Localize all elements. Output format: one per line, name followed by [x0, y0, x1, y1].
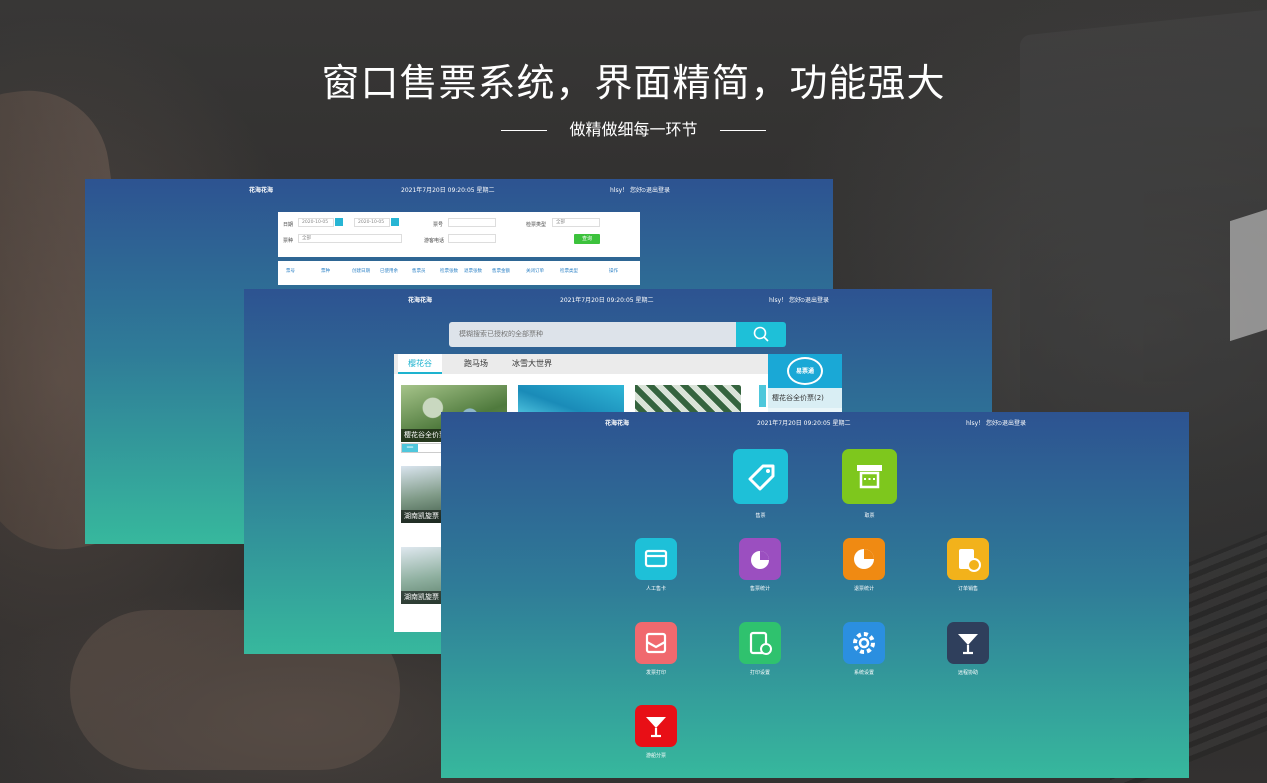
app-manual-card[interactable]: 人工售卡 — [635, 538, 677, 592]
app-invoice-print[interactable]: 发票打印 — [635, 622, 677, 676]
glass-icon — [635, 705, 677, 747]
tag-icon — [733, 449, 788, 504]
search-input[interactable]: 模糊搜索已授权的全部票种 — [449, 322, 736, 347]
pie-chart-icon — [739, 538, 781, 580]
datetime: 2021年7月20日 09:20:05 星期二 — [401, 187, 495, 194]
subtitle-text: 做精做细每一环节 — [569, 120, 698, 139]
app-label: 售票 — [755, 513, 766, 519]
app-system-settings[interactable]: 系统设置 — [843, 622, 885, 676]
table-header: 售票员 — [412, 269, 426, 274]
subtitle-left-divider — [501, 130, 548, 131]
table-header: 退票张数 — [464, 269, 482, 274]
app-refund-stats[interactable]: 退票统计 — [843, 538, 885, 592]
app-label: 游船分票 — [645, 753, 666, 759]
tab-ice-world[interactable]: 冰雪大世界 — [512, 354, 552, 374]
table-header: 关闭订单 — [526, 269, 544, 274]
minus-button[interactable]: — — [402, 444, 418, 452]
top-bar: 花海花海 2021年7月20日 09:20:05 星期二 hlsy！ 您好 ⊙退… — [85, 179, 833, 197]
top-bar: 花海花海 2021年7月20日 09:20:05 星期二 hlsy！ 您好 ⊙退… — [441, 412, 1189, 430]
category-select[interactable]: 全部 — [298, 234, 402, 243]
ticket-card[interactable]: 湖南凯旋票 — [401, 547, 441, 604]
calendar-icon[interactable] — [335, 218, 343, 226]
app-label: 远程协助 — [957, 670, 978, 676]
app-label: 订单销售 — [957, 586, 978, 592]
screenshot-home-menu: 花海花海 2021年7月20日 09:20:05 星期二 hlsy！ 您好 ⊙退… — [441, 412, 1189, 778]
page-subtitle: 做精做细每一环节 — [0, 116, 1267, 140]
app-label: 售票统计 — [749, 586, 770, 592]
phone-label: 游客电话 — [424, 238, 445, 244]
table-header: 票号 — [286, 269, 295, 274]
logo-text: 易票通 — [795, 368, 814, 375]
app-order-sales[interactable]: 订单销售 — [947, 538, 989, 592]
brand-name: 花海花海 — [249, 187, 274, 194]
logout-link[interactable]: ⊙退出登录 — [997, 418, 1026, 427]
app-label: 退票统计 — [853, 586, 874, 592]
refund-chart-icon — [843, 538, 885, 580]
gear-icon — [843, 622, 885, 664]
date-to-input[interactable]: 2020-10-05 — [354, 218, 390, 227]
brand-name: 花海花海 — [605, 420, 630, 427]
calendar-icon[interactable] — [391, 218, 399, 226]
search-icon — [753, 326, 769, 342]
query-button[interactable]: 查询 — [574, 234, 600, 244]
results-table: 票号 票种 创建日期 已使用余 售票员 检票张数 退票张数 售票金额 关闭订单 … — [278, 261, 640, 285]
card-icon — [635, 538, 677, 580]
app-remote-assist[interactable]: 远程协助 — [947, 622, 989, 676]
invoice-icon — [635, 622, 677, 664]
print-settings-icon — [739, 622, 781, 664]
scrollbar[interactable] — [759, 385, 766, 407]
date-label: 日期 — [283, 222, 294, 228]
phone-input[interactable] — [448, 234, 496, 243]
ticket-type-label: 检票类型 — [526, 222, 547, 228]
table-header: 售票金额 — [492, 269, 510, 274]
subtitle-right-divider — [719, 130, 766, 131]
ticket-no-input[interactable] — [448, 218, 496, 227]
app-label: 系统设置 — [853, 670, 874, 676]
ticket-card[interactable]: 湖南凯旋票 — [401, 466, 441, 523]
app-label: 人工售卡 — [645, 586, 666, 592]
app-print-settings[interactable]: 打印设置 — [739, 622, 781, 676]
table-header: 检票类型 — [560, 269, 578, 274]
logout-link[interactable]: ⊙退出登录 — [641, 185, 670, 194]
user-greeting: hlsy！ 您好 — [769, 297, 802, 304]
table-header: 已使用余 — [380, 269, 398, 274]
app-label: 打印设置 — [749, 670, 770, 676]
app-label: 发票打印 — [645, 670, 666, 676]
category-label: 票种 — [283, 238, 294, 244]
ticket-caption: 湖南凯旋票 — [401, 510, 441, 523]
glass-icon — [947, 622, 989, 664]
cart-item[interactable]: 樱花谷全价票(2) — [768, 388, 842, 408]
query-form: 日期 2020-10-05 2020-10-05 票号 检票类型 全部 票种 全… — [278, 212, 640, 257]
app-sell-ticket[interactable]: 售票 — [733, 449, 788, 519]
ticket-no-label: 票号 — [433, 222, 444, 228]
order-icon — [947, 538, 989, 580]
tab-bar: 樱花谷 跑马场 冰雪大世界 — [394, 354, 768, 374]
app-boat-ticket[interactable]: 游船分票 — [635, 705, 677, 759]
tab-cherry-valley[interactable]: 樱花谷 — [398, 354, 442, 374]
user-greeting: hlsy！ 您好 — [610, 187, 643, 194]
tab-racecourse[interactable]: 跑马场 — [464, 354, 488, 374]
app-label: 取票 — [864, 513, 875, 519]
page-title: 窗口售票系统，界面精简，功能强大 — [321, 61, 946, 105]
brand-name: 花海花海 — [408, 297, 433, 304]
datetime: 2021年7月20日 09:20:05 星期二 — [560, 297, 654, 304]
logout-link[interactable]: ⊙退出登录 — [800, 295, 829, 304]
app-collect-ticket[interactable]: 取票 — [842, 449, 897, 519]
app-sales-stats[interactable]: 售票统计 — [739, 538, 781, 592]
ticket-caption: 湖南凯旋票 — [401, 591, 441, 604]
datetime: 2021年7月20日 09:20:05 星期二 — [757, 420, 851, 427]
sidebar-logo: 易票通 — [768, 354, 842, 388]
search-button[interactable] — [736, 322, 786, 347]
table-header: 检票张数 — [440, 269, 458, 274]
top-bar: 花海花海 2021年7月20日 09:20:05 星期二 hlsy！ 您好 ⊙退… — [244, 289, 992, 307]
ticket-type-select[interactable]: 全部 — [552, 218, 600, 227]
user-greeting: hlsy！ 您好 — [966, 420, 999, 427]
date-from-input[interactable]: 2020-10-05 — [298, 218, 334, 227]
table-header: 操作 — [609, 269, 618, 274]
table-header: 票种 — [321, 269, 330, 274]
table-header: 创建日期 — [352, 269, 370, 274]
ticket-printer-icon — [842, 449, 897, 504]
